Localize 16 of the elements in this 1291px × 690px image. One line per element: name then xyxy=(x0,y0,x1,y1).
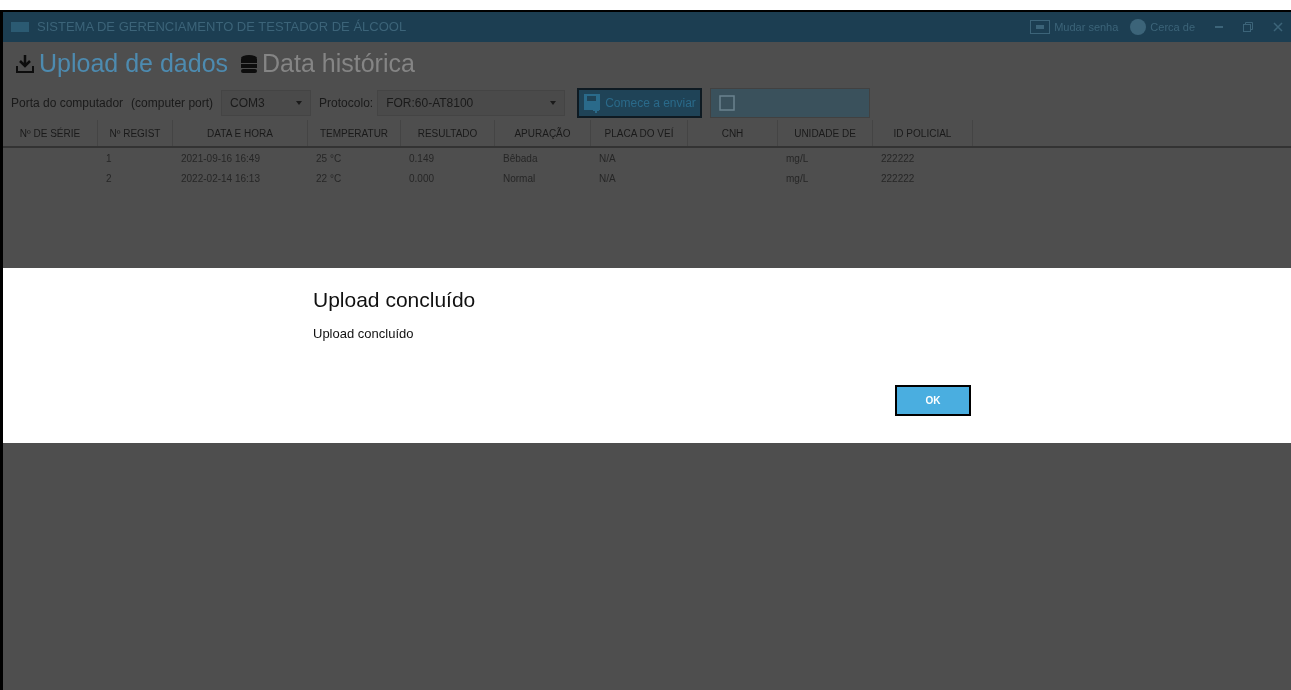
app-logo-icon xyxy=(11,22,29,32)
save-icon xyxy=(583,93,602,113)
ok-button[interactable]: OK xyxy=(895,385,971,416)
download-icon xyxy=(15,54,35,74)
dialog-message: Upload concluído xyxy=(313,324,415,343)
info-icon xyxy=(1130,19,1147,35)
minimize-icon[interactable] xyxy=(1215,26,1223,28)
database-icon xyxy=(240,54,259,74)
caret-icon xyxy=(296,101,303,105)
tab[interactable]: Upload de dados xyxy=(15,45,229,83)
keyboard-icon xyxy=(1030,20,1051,34)
save-icon xyxy=(718,95,735,111)
close-icon[interactable] xyxy=(1273,22,1283,32)
caret-icon xyxy=(550,101,557,105)
dialog-title: Upload concluído xyxy=(313,287,477,313)
restore-icon[interactable] xyxy=(1243,22,1253,32)
